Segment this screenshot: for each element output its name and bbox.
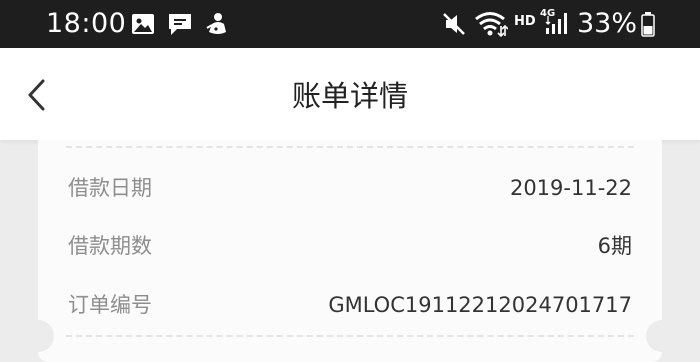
loan-date-row: 借款日期 2019-11-22 (68, 171, 632, 205)
wifi-icon (475, 12, 508, 38)
order-number-value: GMLOC19112212024701717 (328, 293, 632, 317)
card-notch-right (646, 320, 678, 352)
status-bar: 18:00 HD 4G 33% (0, 0, 700, 48)
order-number-row: 订单编号 GMLOC19112212024701717 (68, 288, 632, 322)
network-hd-label: HD (514, 14, 536, 29)
loan-date-value: 2019-11-22 (509, 176, 632, 200)
status-time: 18:00 (46, 8, 127, 39)
page-title: 账单详情 (291, 79, 408, 113)
loan-periods-row: 借款期数 6期 (68, 229, 632, 263)
message-icon (169, 14, 191, 35)
app-notification-icon (206, 13, 226, 34)
loan-periods-value: 6期 (597, 234, 632, 258)
dashed-divider-top (66, 146, 634, 148)
header-bar: 账单详情 (0, 48, 700, 140)
mute-icon (443, 13, 465, 35)
order-number-label: 订单编号 (68, 293, 152, 317)
loan-detail-card: 借款日期 2019-11-22 借款期数 6期 订单编号 GMLOC191122… (22, 140, 678, 362)
image-icon (132, 14, 154, 34)
battery-percent: 33% (577, 8, 638, 39)
card-notch-left (22, 320, 54, 352)
dashed-divider-bottom (66, 335, 634, 337)
loan-periods-label: 借款期数 (68, 234, 152, 258)
loan-date-label: 借款日期 (68, 176, 152, 200)
signal-icon (545, 13, 567, 34)
battery-icon (641, 12, 655, 37)
